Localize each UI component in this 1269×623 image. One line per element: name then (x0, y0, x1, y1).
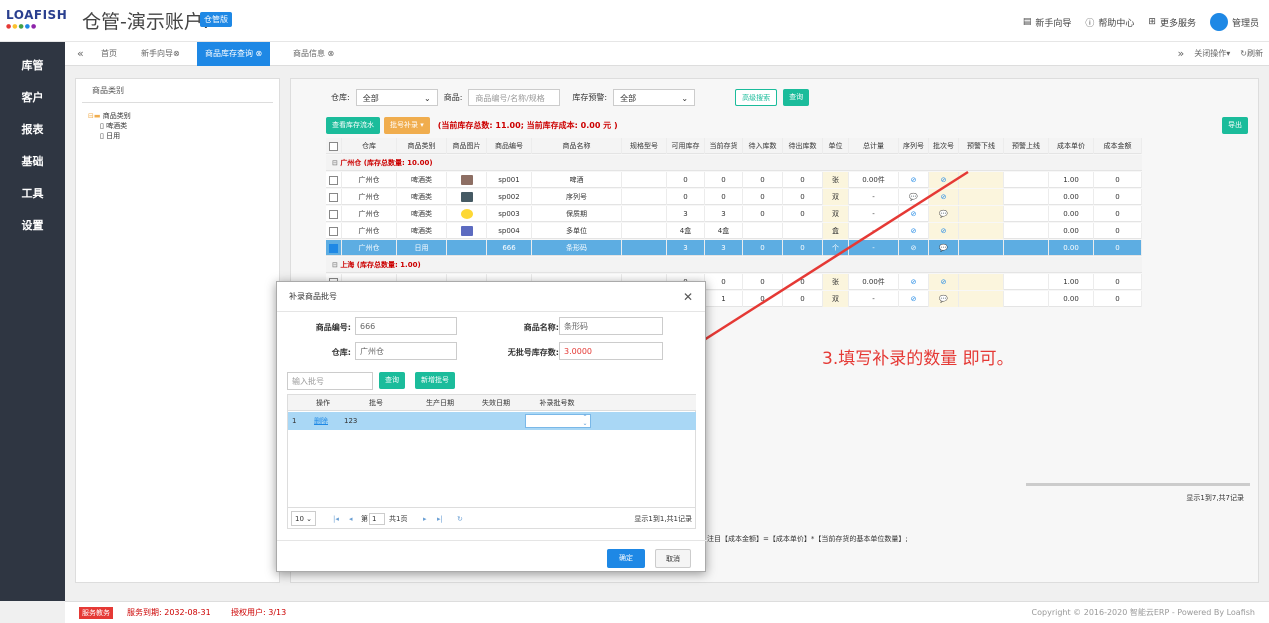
copyright: Copyright © 2016-2020 智能云ERP - Powered B… (1031, 608, 1255, 617)
code-label: 商品编号: (315, 323, 351, 332)
nobatch-field[interactable]: 3.0000 (559, 342, 663, 360)
close-icon[interactable]: ✕ (683, 282, 693, 312)
expire-date: 服务到期: 2032-08-31 (127, 608, 211, 617)
name-field[interactable]: 条形码 (559, 317, 663, 335)
nobatch-label: 无批号库存数: (507, 348, 559, 357)
name-label: 商品名称: (523, 323, 559, 332)
dialog-footer: 确定 取消 (277, 540, 707, 573)
batch-pager: 10 ⌄ |◂ ◂ 第 1 共1页 ▸ ▸| ↻ 显示1到1,共1记录 (287, 507, 696, 529)
annotation-text: 3.填写补录的数量 即可。 (822, 349, 1014, 369)
page-input[interactable]: 1 (369, 513, 385, 525)
spinner-icon[interactable]: ⌃ ⌄ (580, 415, 590, 427)
delete-link[interactable]: 删除 (314, 412, 328, 430)
warehouse-label: 仓库: (331, 348, 351, 357)
status-bar: 服务教务 服务到期: 2032-08-31 授权用户: 3/13 Copyrig… (65, 601, 1269, 623)
dialog-title: 补录商品批号 (289, 292, 337, 301)
cancel-button[interactable]: 取消 (655, 549, 691, 568)
service-badge[interactable]: 服务教务 (79, 607, 113, 619)
add-batch-button[interactable]: 新增批号 (415, 372, 455, 389)
first-page-icon[interactable]: |◂ (333, 508, 339, 530)
next-page-icon[interactable]: ▸ (423, 508, 427, 530)
dialog-header: 补录商品批号 ✕ (277, 282, 705, 312)
reload-icon[interactable]: ↻ (457, 508, 463, 530)
batch-dialog: 补录商品批号 ✕ 商品编号: 666 商品名称: 条形码 仓库: 广州仓 无批号… (276, 281, 707, 573)
batch-qty-input[interactable]: ⌃ ⌄ (525, 414, 591, 428)
batch-query-button[interactable]: 查询 (379, 372, 405, 389)
table-row[interactable]: 1 删除 123 ⌃ ⌄ (288, 412, 696, 430)
chevron-down-icon: ⌄ (306, 515, 313, 523)
warehouse-field[interactable]: 广州仓 (355, 342, 457, 360)
confirm-button[interactable]: 确定 (607, 549, 645, 568)
last-page-icon[interactable]: ▸| (437, 508, 443, 530)
licensed-users: 授权用户: 3/13 (231, 608, 287, 617)
page-size-select[interactable]: 10 ⌄ (291, 511, 317, 526)
pager-info: 显示1到1,共1记录 (634, 515, 692, 523)
code-field[interactable]: 666 (355, 317, 457, 335)
batch-search-input[interactable]: 输入批号 (287, 372, 373, 390)
batch-grid-header: 操作 批号 生产日期 失效日期 补录批号数 (288, 395, 696, 411)
prev-page-icon[interactable]: ◂ (349, 508, 353, 530)
